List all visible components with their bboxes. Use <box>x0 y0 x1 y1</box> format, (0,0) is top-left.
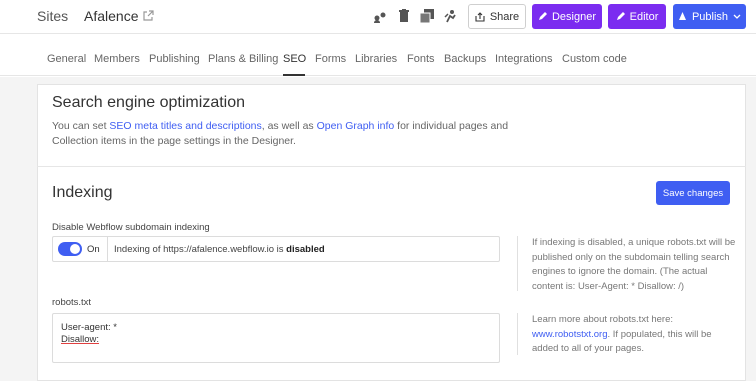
seo-description: You can set SEO meta titles and descript… <box>52 119 512 149</box>
desc-text: You can set <box>52 120 110 132</box>
robots-help-text: Learn more about robots.txt here: www.ro… <box>532 313 737 357</box>
indexing-status: Indexing of https://afalence.webflow.io … <box>114 244 325 255</box>
share-icon <box>475 11 485 22</box>
indexing-toggle-field: On Indexing of https://afalence.webflow.… <box>52 236 500 262</box>
publish-label: Publish <box>691 10 729 23</box>
tab-libraries[interactable]: Libraries <box>355 53 397 65</box>
divider <box>107 237 108 261</box>
active-tab-indicator <box>283 74 305 76</box>
robots-textarea[interactable]: User-agent: * Disallow: <box>52 313 500 363</box>
tab-plans-billing[interactable]: Plans & Billing <box>208 53 278 65</box>
open-graph-link[interactable]: Open Graph info <box>317 120 395 132</box>
designer-button[interactable]: Designer <box>532 4 602 29</box>
indexing-help-text: If indexing is disabled, a unique robots… <box>532 237 736 292</box>
help-text: Learn more about robots.txt here: <box>532 314 673 325</box>
section-divider <box>37 166 746 167</box>
tab-backups[interactable]: Backups <box>444 53 486 65</box>
save-changes-button[interactable]: Save changes <box>656 181 730 205</box>
top-bar: Sites Afalence Share Designer Editor Pub… <box>0 0 756 34</box>
robots-line: Disallow: <box>61 334 100 345</box>
site-name: Afalence <box>84 8 139 24</box>
settings-tabs: General Members Publishing Plans & Billi… <box>0 34 756 76</box>
divider <box>517 236 518 291</box>
editor-label: Editor <box>629 10 659 23</box>
share-label: Share <box>489 10 520 23</box>
status-value: disabled <box>286 244 325 255</box>
users-icon[interactable] <box>372 8 388 24</box>
disable-indexing-label: Disable Webflow subdomain indexing <box>52 222 210 233</box>
tab-integrations[interactable]: Integrations <box>495 53 552 65</box>
sites-link[interactable]: Sites <box>37 8 68 24</box>
tab-members[interactable]: Members <box>94 53 140 65</box>
seo-meta-link[interactable]: SEO meta titles and descriptions <box>109 120 261 132</box>
tab-publishing[interactable]: Publishing <box>149 53 200 65</box>
pencil-icon <box>616 12 625 20</box>
tab-fonts[interactable]: Fonts <box>407 53 435 65</box>
robots-label: robots.txt <box>52 297 92 308</box>
robots-line: User-agent: * <box>61 322 117 333</box>
duplicate-icon[interactable] <box>419 8 435 24</box>
trash-icon[interactable] <box>396 8 412 24</box>
brush-icon <box>538 12 547 20</box>
share-button[interactable]: Share <box>468 4 526 29</box>
indexing-heading: Indexing <box>52 184 113 201</box>
rocket-icon <box>678 12 686 20</box>
robotstxt-link[interactable]: www.robotstxt.org <box>532 329 608 340</box>
tab-forms[interactable]: Forms <box>315 53 346 65</box>
status-text: Indexing of https://afalence.webflow.io … <box>114 244 287 255</box>
toggle-state-label: On <box>87 244 100 255</box>
seo-heading: Search engine optimization <box>52 94 246 111</box>
editor-button[interactable]: Editor <box>608 4 666 29</box>
chevron-down-icon <box>733 14 741 19</box>
publish-button[interactable]: Publish <box>673 4 746 29</box>
tab-seo[interactable]: SEO <box>283 53 306 65</box>
transfer-icon[interactable] <box>443 8 459 24</box>
external-link-icon[interactable] <box>142 10 154 22</box>
desc-text: , as well as <box>261 120 317 132</box>
toggle-knob <box>70 244 80 254</box>
divider <box>517 313 518 355</box>
tab-custom-code[interactable]: Custom code <box>562 53 627 65</box>
indexing-toggle[interactable] <box>58 242 82 256</box>
designer-label: Designer <box>551 10 597 23</box>
tab-general[interactable]: General <box>47 53 86 65</box>
